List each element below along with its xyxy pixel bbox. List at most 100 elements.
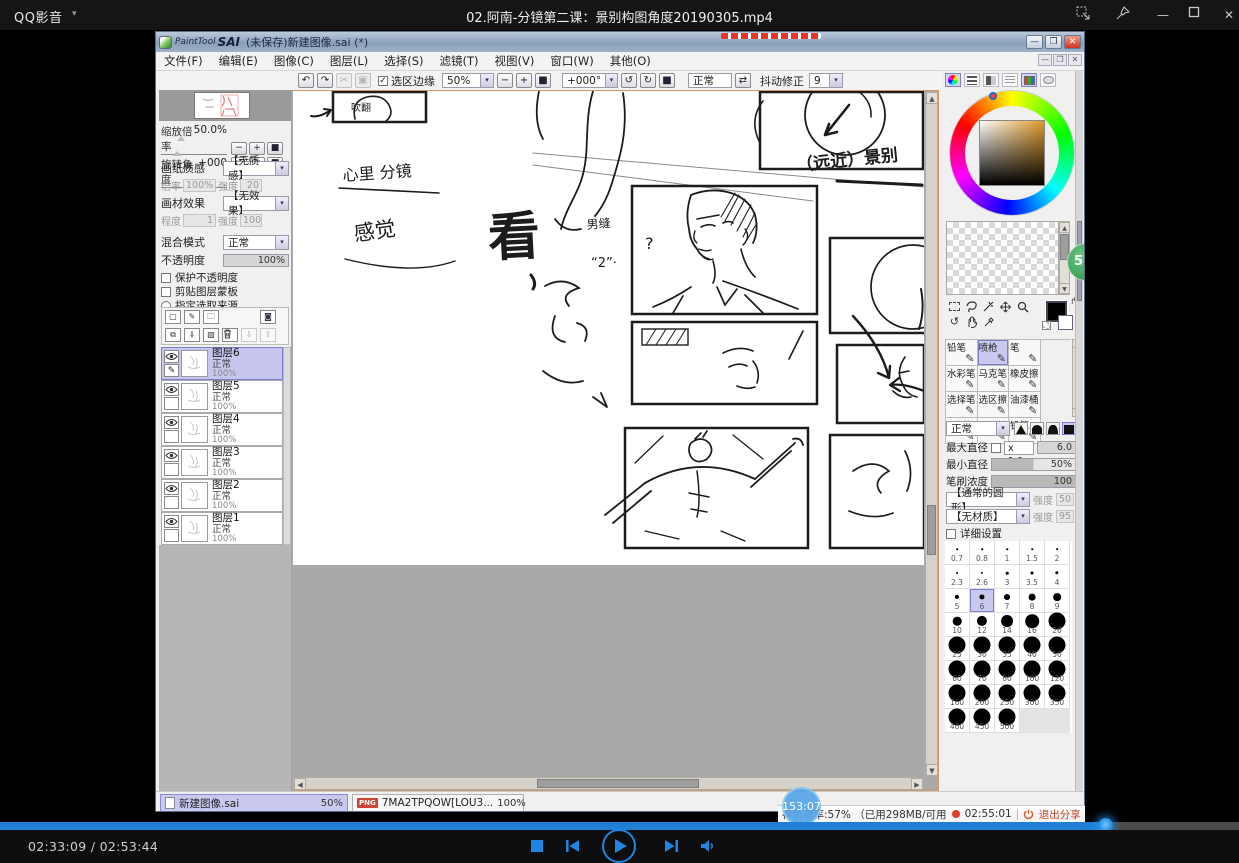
sai-restore-button[interactable]: ❐: [1045, 35, 1062, 49]
brush-size-80[interactable]: 80: [995, 661, 1020, 685]
exit-share-button[interactable]: 退出分享: [1039, 807, 1081, 822]
layer-thumbnail[interactable]: [181, 383, 208, 410]
maximize-icon[interactable]: [1188, 6, 1206, 24]
rotate-cw-button[interactable]: ↻: [640, 73, 656, 88]
brush-size-9[interactable]: 9: [1045, 589, 1070, 613]
menu-item[interactable]: 图像(C): [266, 53, 322, 69]
video-area[interactable]: PaintTool SAI (未保存)新建图像.sai (*) — ❐ ✕ 文件…: [0, 30, 1239, 822]
spinner-icon[interactable]: ▾: [605, 74, 617, 87]
brush-size-50[interactable]: 50: [1045, 637, 1070, 661]
redo-button[interactable]: ↷: [317, 73, 333, 88]
brush-size-500[interactable]: 500: [995, 709, 1020, 733]
zoom-slider-marker[interactable]: [177, 136, 185, 141]
transfer-up-button[interactable]: ⇧: [260, 328, 276, 342]
layer-checkbox[interactable]: [164, 397, 179, 410]
brush-edge-square-icon[interactable]: [1062, 422, 1076, 435]
layer-checkbox[interactable]: [164, 463, 179, 476]
new-layer-button[interactable]: ▢: [165, 310, 181, 324]
paper-texture-combo[interactable]: 【无质感】▾: [223, 161, 289, 176]
diameter-scale[interactable]: x 1.0: [1004, 441, 1034, 455]
rgb-slider-tab-icon[interactable]: [964, 73, 980, 87]
brush-size-5[interactable]: 5: [945, 589, 970, 613]
menu-item[interactable]: 选择(S): [376, 53, 431, 69]
brush-mode-combo[interactable]: 正常▾: [946, 421, 1010, 436]
flip-horizontal-button[interactable]: ⇄: [735, 73, 751, 88]
brush-size-3[interactable]: 3: [995, 565, 1020, 589]
zoom-in-button[interactable]: +: [516, 73, 532, 88]
layer-thumbnail[interactable]: [181, 350, 208, 377]
layer-checkbox[interactable]: [164, 496, 179, 509]
brush-tool-铅笔[interactable]: 铅笔✎: [946, 340, 978, 366]
zoom-out-button[interactable]: −: [497, 73, 513, 88]
brush-size-60[interactable]: 60: [945, 661, 970, 685]
canvas[interactable]: 吹翻 心里 分镜 感觉 看 男缝 “2”· （远近）景别 ?: [293, 91, 924, 565]
layer-row-图层6[interactable]: ✎图层6正常100%: [161, 347, 283, 380]
brush-size-20[interactable]: 20: [1045, 613, 1070, 637]
brush-edge-hard-icon[interactable]: [1014, 422, 1028, 435]
spinner-icon[interactable]: ▾: [480, 74, 493, 87]
transparent-color-toggle[interactable]: [1042, 321, 1051, 330]
jitter-combo[interactable]: 9▾: [809, 73, 843, 88]
doc-minimize-button[interactable]: —: [1038, 54, 1052, 66]
brush-size-100[interactable]: 100: [1020, 661, 1045, 685]
brush-size-2[interactable]: 2: [1045, 541, 1070, 565]
brush-tool-喷枪[interactable]: 喷枪✎: [978, 340, 1010, 366]
move-tool-icon[interactable]: [997, 299, 1014, 314]
brush-size-2.3[interactable]: 2.3: [945, 565, 970, 589]
background-color[interactable]: [1058, 315, 1073, 330]
canvas-vscrollbar[interactable]: ▲ ▼: [925, 91, 938, 777]
min-diameter-slider[interactable]: 50%: [991, 458, 1076, 471]
selection-edge-toggle[interactable]: ✓ 选区边缘: [378, 73, 435, 89]
layer-checkbox[interactable]: [164, 529, 179, 542]
brush-tool-水彩笔[interactable]: 水彩笔✎: [946, 366, 978, 392]
cut-button[interactable]: ✂: [336, 73, 352, 88]
vscroll-handle[interactable]: [927, 505, 936, 555]
swatches-panel[interactable]: [946, 221, 1059, 295]
saturation-value-square[interactable]: [979, 120, 1045, 186]
menu-item[interactable]: 滤镜(T): [432, 53, 487, 69]
color-mixer-tab-icon[interactable]: [1002, 73, 1018, 87]
color-wheel[interactable]: [950, 91, 1074, 215]
layer-visibility-icon[interactable]: [164, 350, 179, 363]
brush-size-16[interactable]: 16: [1020, 613, 1045, 637]
brush-size-8[interactable]: 8: [1020, 589, 1045, 613]
brush-tool-橡皮擦[interactable]: 橡皮擦✎: [1009, 366, 1041, 392]
brush-edge-flat-icon[interactable]: [1046, 422, 1060, 435]
brush-texture-combo[interactable]: 【无材质】▾: [946, 509, 1030, 524]
angle-combo[interactable]: +000°▾: [562, 73, 618, 88]
clear-layer-button[interactable]: ▨: [203, 328, 219, 342]
copy-layer-button[interactable]: ⧉: [165, 328, 181, 342]
sv-marker[interactable]: [1034, 173, 1041, 180]
layer-list-scrollbar[interactable]: [283, 347, 291, 545]
brush-size-6[interactable]: 6: [970, 589, 995, 613]
scroll-up-icon[interactable]: ▲: [926, 92, 938, 104]
doc-close-button[interactable]: ✕: [1068, 54, 1082, 66]
menu-item[interactable]: 图层(L): [322, 53, 376, 69]
menu-item[interactable]: 编辑(E): [211, 53, 266, 69]
canvas-hscrollbar[interactable]: ◀ ▶: [293, 777, 924, 790]
menu-item[interactable]: 其他(O): [602, 53, 659, 69]
brush-size-2.6[interactable]: 2.6: [970, 565, 995, 589]
transfer-down-button[interactable]: ⇩: [241, 328, 257, 342]
layer-row-图层4[interactable]: 图层4正常100%: [161, 413, 283, 446]
zoom-reset-button[interactable]: ■: [535, 73, 551, 88]
brush-size-7[interactable]: 7: [995, 589, 1020, 613]
layer-thumbnail[interactable]: [181, 515, 208, 542]
brush-size-35[interactable]: 35: [995, 637, 1020, 661]
canvas-workspace[interactable]: [293, 565, 924, 777]
brush-tool-笔[interactable]: 笔✎: [1009, 340, 1041, 366]
layer-visibility-icon[interactable]: [164, 383, 179, 396]
navigator[interactable]: [159, 90, 291, 121]
close-icon[interactable]: ✕: [1220, 6, 1238, 24]
layer-checkbox[interactable]: [164, 430, 179, 443]
layer-row-图层2[interactable]: 图层2正常100%: [161, 479, 283, 512]
brush-size-25[interactable]: 25: [945, 637, 970, 661]
screenshot-icon[interactable]: [1076, 6, 1094, 24]
rotate-ccw-button[interactable]: ↺: [621, 73, 637, 88]
new-linework-layer-button[interactable]: ✎: [184, 310, 200, 324]
pin-icon[interactable]: [1116, 6, 1134, 24]
brush-size-120[interactable]: 120: [1045, 661, 1070, 685]
brush-size-4[interactable]: 4: [1045, 565, 1070, 589]
layer-visibility-icon[interactable]: [164, 515, 179, 528]
layer-paint-indicator[interactable]: ✎: [164, 364, 179, 377]
